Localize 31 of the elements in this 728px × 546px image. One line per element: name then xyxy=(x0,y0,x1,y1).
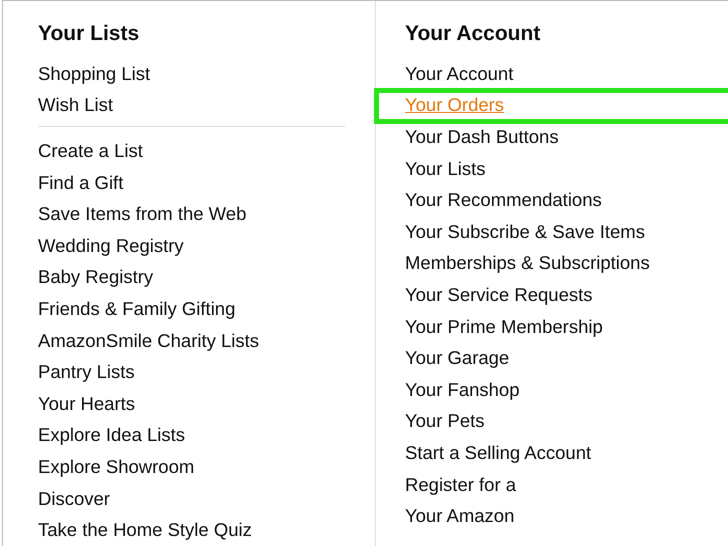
menu-link[interactable]: Your Service Requests xyxy=(405,284,593,306)
menu-link[interactable]: Your Prime Membership xyxy=(405,316,603,338)
menu-link[interactable]: Shopping List xyxy=(38,62,150,85)
menu-link[interactable]: AmazonSmile Charity Lists xyxy=(38,330,260,352)
menu-link[interactable]: Take the Home Style Quiz xyxy=(38,519,252,542)
menu-link[interactable]: Wish List xyxy=(38,94,114,116)
column-heading: Your Lists xyxy=(38,22,140,46)
menu-link[interactable]: Friends & Family Gifting xyxy=(38,298,236,320)
menu-link[interactable]: Explore Showroom xyxy=(38,456,194,478)
menu-link[interactable]: Your Pets xyxy=(405,410,485,432)
menu-link[interactable]: Your Account xyxy=(405,62,514,85)
column-heading: Your Account xyxy=(405,22,540,46)
menu-link[interactable]: Baby Registry xyxy=(38,266,154,288)
menu-link[interactable]: Your Subscribe & Save Items xyxy=(405,220,645,243)
menu-link[interactable]: Register for a xyxy=(405,474,516,496)
menu-link[interactable]: Memberships & Subscriptions xyxy=(405,252,650,274)
menu-link[interactable]: Your Hearts xyxy=(38,392,136,415)
menu-link[interactable]: Your Recommendations xyxy=(405,189,602,212)
menu-link[interactable]: Your Dash Buttons xyxy=(405,126,559,148)
menu-link[interactable]: Save Items from the Web xyxy=(38,203,246,226)
menu-link[interactable]: Start a Selling Account xyxy=(405,442,592,464)
menu-link[interactable]: Explore Idea Lists xyxy=(38,424,186,446)
menu-link[interactable]: Your Garage xyxy=(405,347,510,370)
menu-link[interactable]: Wedding Registry xyxy=(38,234,184,257)
menu-link[interactable]: Pantry Lists xyxy=(38,361,135,384)
menu-link[interactable]: Your Fanshop xyxy=(405,378,520,401)
menu-link[interactable]: Your Amazon xyxy=(405,505,514,528)
menu-link[interactable]: Find a Gift xyxy=(38,172,124,194)
menu-link[interactable]: Discover xyxy=(38,488,110,510)
menu-link[interactable]: Create a List xyxy=(38,140,143,162)
menu-link[interactable]: Your Lists xyxy=(405,158,486,180)
